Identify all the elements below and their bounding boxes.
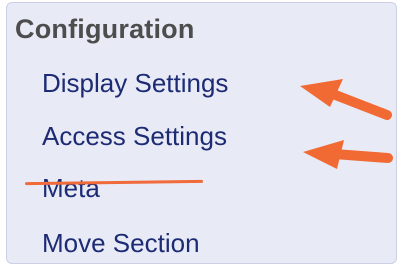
- configuration-panel: Configuration Display Settings Access Se…: [6, 2, 397, 264]
- arrow-annotation-icon: [303, 140, 393, 169]
